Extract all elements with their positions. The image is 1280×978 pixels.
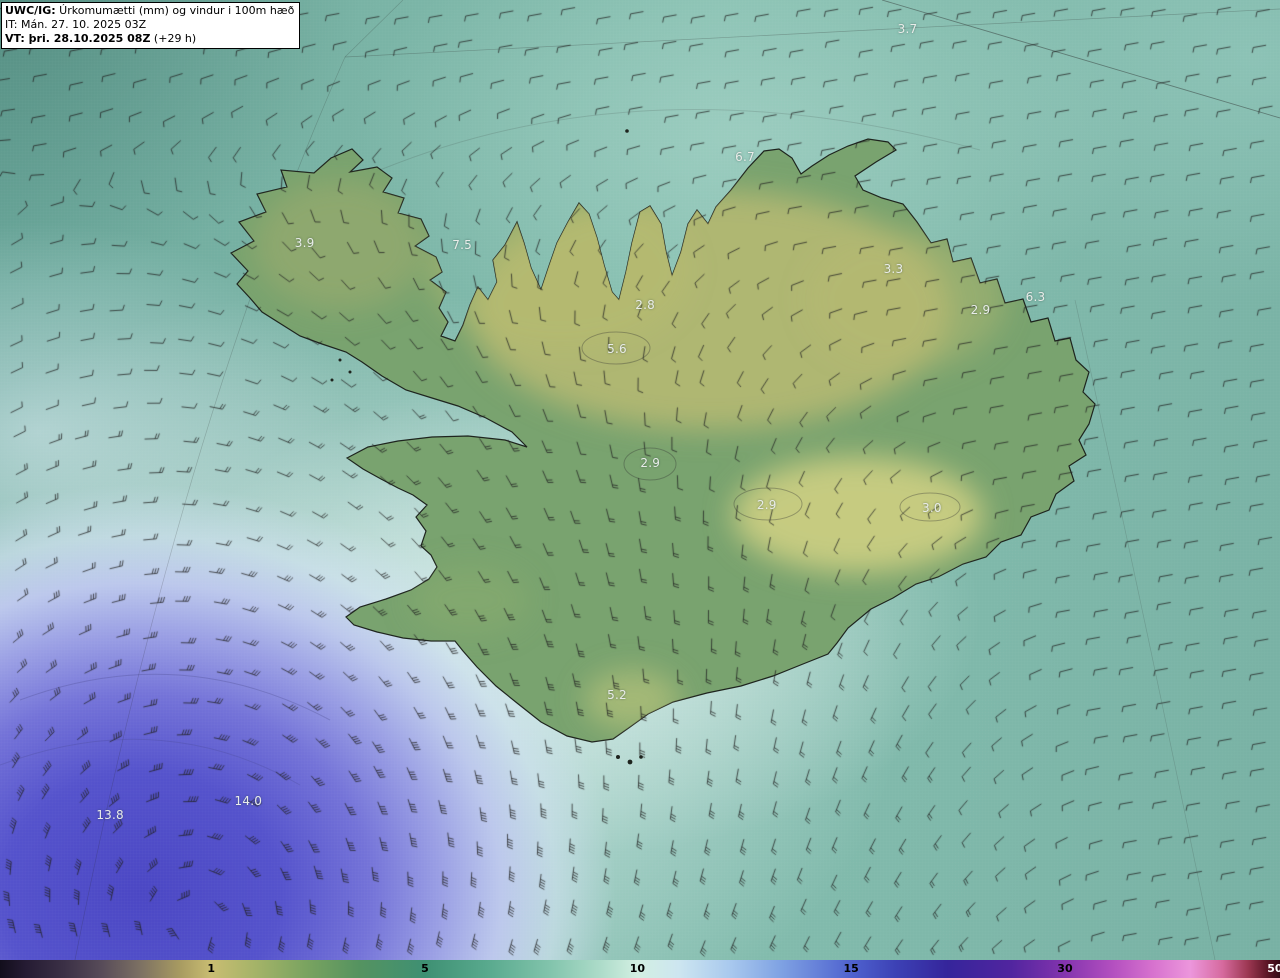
wind-barbs-layer [0,0,1280,960]
colorbar-tick: 50 [1267,962,1280,975]
colorbar-tick: 10 [629,962,646,975]
weather-map-viewport: 3.7 6.7 3.9 7.5 3.3 6.3 2.9 2.8 5.6 2.9 2.9 3.0 5.2 1… [0,0,1280,978]
valid-time-offset: (+29 h) [150,32,197,45]
colorbar-tick: 5 [421,962,429,975]
colorbar: 1 5 10 15 30 50 [0,960,1280,978]
init-time: IT: Mán. 27. 10. 2025 03Z [5,18,147,31]
map-title-text: Úrkomumætti (mm) og vindur i 100m hæð [55,4,295,17]
map-title: UWC/IG: Úrkomumætti (mm) og vindur i 100… [5,4,294,18]
valid-time: VT: þri. 28.10.2025 08Z (+29 h) [5,32,294,46]
colorbar-tick: 30 [1057,962,1073,975]
map-area: 3.7 6.7 3.9 7.5 3.3 6.3 2.9 2.8 5.6 2.9 2.9 3.0 5.2 1… [0,0,1280,960]
title-box: UWC/IG: Úrkomumætti (mm) og vindur i 100… [1,2,301,49]
model-name: UWC/IG: [5,4,56,17]
colorbar-tick: 1 [207,962,216,975]
valid-time-value: VT: þri. 28.10.2025 08Z [5,32,151,45]
colorbar-tick: 15 [843,962,859,975]
colorbar-ticks: 1 5 10 15 30 50 [0,960,1280,978]
